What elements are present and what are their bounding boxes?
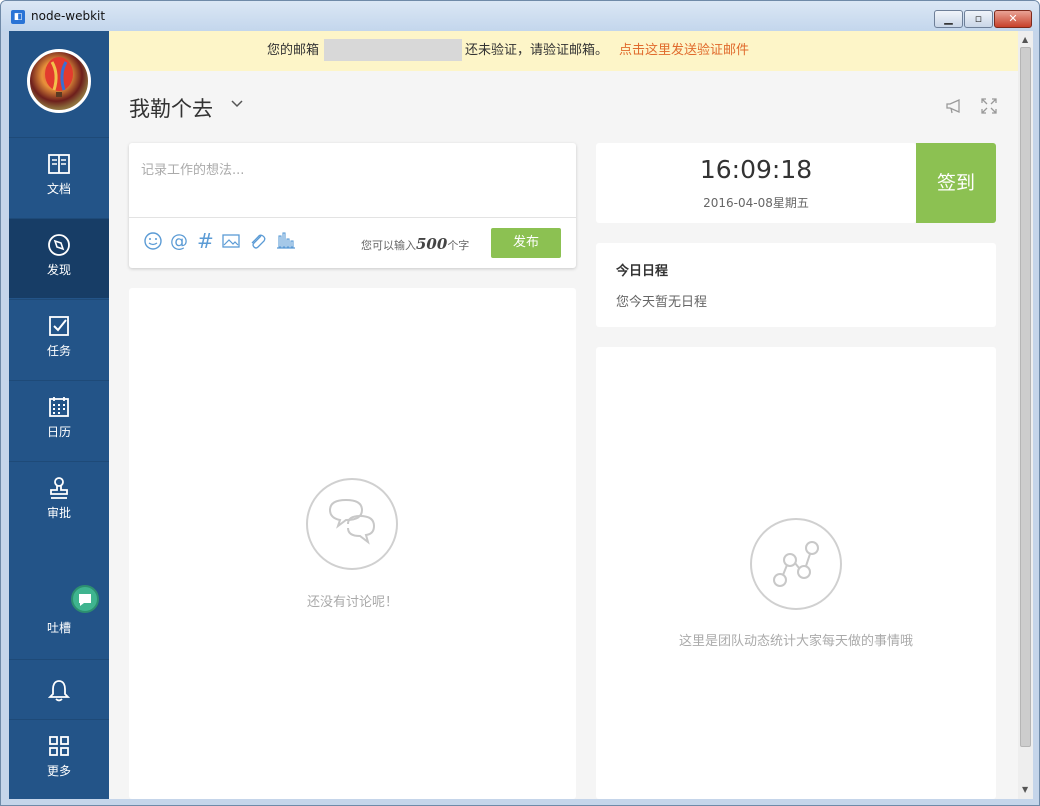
sidebar-item-label: 更多 bbox=[46, 764, 71, 778]
compose-box: 记录工作的想法... @ # 您可以输入500个字 发布 bbox=[129, 143, 576, 268]
vertical-scrollbar[interactable]: ▲ ▼ bbox=[1018, 31, 1033, 799]
sidebar-item-notifications[interactable] bbox=[9, 659, 109, 719]
banner-text: 还未验证，请验证邮箱。 bbox=[465, 43, 609, 58]
app-window: ◧ node-webkit ▁ ▫ ✕ 文档 发现 任务 日历 审批 吐槽 更多… bbox=[0, 0, 1040, 806]
window-title: node-webkit bbox=[31, 9, 106, 23]
compose-input[interactable]: 记录工作的想法... bbox=[141, 159, 244, 178]
chat-bubble-icon bbox=[71, 585, 99, 613]
banner-text: 您的邮箱 bbox=[267, 43, 320, 58]
limit-prefix: 您可以输入 bbox=[361, 239, 416, 252]
node-webkit-icon: ◧ bbox=[11, 10, 25, 24]
grid-icon bbox=[49, 736, 69, 756]
maximize-button[interactable]: ▫ bbox=[964, 10, 993, 28]
sidebar-item-calendar[interactable]: 日历 bbox=[9, 380, 109, 460]
discussion-empty-text: 还没有讨论呢！ bbox=[306, 595, 398, 610]
sidebar-item-label: 吐槽 bbox=[46, 621, 71, 635]
email-redacted bbox=[324, 39, 462, 61]
fullscreen-icon[interactable] bbox=[980, 97, 998, 115]
current-date: 2016-04-08星期五 bbox=[703, 196, 809, 210]
checkbox-icon bbox=[49, 316, 69, 336]
send-verification-link[interactable]: 点击这里发送验证邮件 bbox=[619, 31, 749, 71]
sidebar-item-tasks[interactable]: 任务 bbox=[9, 299, 109, 379]
poll-chart-icon[interactable] bbox=[275, 231, 297, 251]
sidebar: 文档 发现 任务 日历 审批 吐槽 更多 bbox=[9, 31, 109, 799]
svg-text:#: # bbox=[197, 231, 214, 251]
stamp-icon bbox=[50, 477, 68, 499]
close-button[interactable]: ✕ bbox=[994, 10, 1032, 28]
limit-suffix: 个字 bbox=[447, 239, 470, 252]
sidebar-item-label: 文档 bbox=[46, 182, 71, 196]
emoji-icon[interactable] bbox=[143, 231, 163, 251]
minimize-button[interactable]: ▁ bbox=[934, 10, 963, 28]
compass-icon bbox=[48, 234, 70, 256]
char-limit-hint: 您可以输入500个字 bbox=[361, 235, 469, 253]
chat-bubbles-icon bbox=[328, 498, 376, 545]
team-stats-panel: 这里是团队动态统计大家每天做的事情哦 bbox=[596, 347, 996, 799]
divider bbox=[129, 217, 576, 218]
schedule-title: 今日日程 bbox=[616, 264, 669, 279]
check-in-button[interactable]: 签到 bbox=[916, 143, 996, 223]
bell-icon bbox=[48, 680, 70, 702]
graph-nodes-icon bbox=[773, 541, 819, 587]
sidebar-item-label: 发现 bbox=[46, 263, 71, 277]
empty-state-illustration bbox=[306, 478, 398, 570]
megaphone-icon[interactable] bbox=[945, 97, 963, 115]
scrollbar-thumb[interactable] bbox=[1020, 47, 1031, 747]
scroll-down-arrow-icon[interactable]: ▼ bbox=[1022, 785, 1028, 794]
team-name[interactable]: 我勒个去 bbox=[129, 93, 213, 123]
current-time: 16:09:18 bbox=[699, 155, 813, 184]
publish-button[interactable]: 发布 bbox=[491, 228, 561, 258]
title-bar[interactable]: ◧ node-webkit ▁ ▫ ✕ bbox=[1, 1, 1039, 31]
sidebar-item-label: 任务 bbox=[46, 344, 71, 358]
hashtag-icon[interactable]: # bbox=[195, 231, 215, 251]
document-icon bbox=[48, 154, 70, 174]
sidebar-item-label: 审批 bbox=[46, 506, 71, 520]
empty-state-illustration bbox=[750, 518, 842, 610]
sidebar-item-docs[interactable]: 文档 bbox=[9, 137, 109, 217]
calendar-icon bbox=[49, 397, 69, 417]
schedule-panel: 今日日程 您今天暂无日程 bbox=[596, 243, 996, 327]
svg-text:@: @ bbox=[170, 231, 188, 251]
clock-panel: 16:09:18 2016-04-08星期五 bbox=[596, 143, 916, 223]
discussion-panel: 还没有讨论呢！ bbox=[129, 288, 576, 799]
sidebar-item-approval[interactable]: 审批 bbox=[9, 461, 109, 541]
schedule-empty-text: 您今天暂无日程 bbox=[616, 295, 708, 310]
scroll-up-arrow-icon[interactable]: ▲ bbox=[1022, 35, 1028, 44]
sidebar-item-feedback[interactable]: 吐槽 bbox=[9, 585, 109, 659]
hot-air-balloon-icon bbox=[45, 57, 73, 97]
avatar[interactable] bbox=[27, 49, 91, 113]
sidebar-item-label: 日历 bbox=[46, 425, 71, 439]
client-area: 文档 发现 任务 日历 审批 吐槽 更多 您的邮箱 还未验证，请验证邮箱。 点击… bbox=[9, 31, 1033, 799]
attachment-icon[interactable] bbox=[247, 231, 267, 251]
sidebar-item-discover[interactable]: 发现 bbox=[9, 218, 109, 298]
mention-icon[interactable]: @ bbox=[169, 231, 189, 251]
limit-number: 500 bbox=[416, 235, 448, 253]
chevron-down-icon[interactable] bbox=[231, 99, 243, 109]
stats-empty-text: 这里是团队动态统计大家每天做的事情哦 bbox=[678, 634, 913, 649]
sidebar-item-more[interactable]: 更多 bbox=[9, 719, 109, 799]
image-icon[interactable] bbox=[221, 231, 241, 251]
email-verify-banner: 您的邮箱 还未验证，请验证邮箱。 点击这里发送验证邮件 bbox=[109, 31, 1018, 71]
